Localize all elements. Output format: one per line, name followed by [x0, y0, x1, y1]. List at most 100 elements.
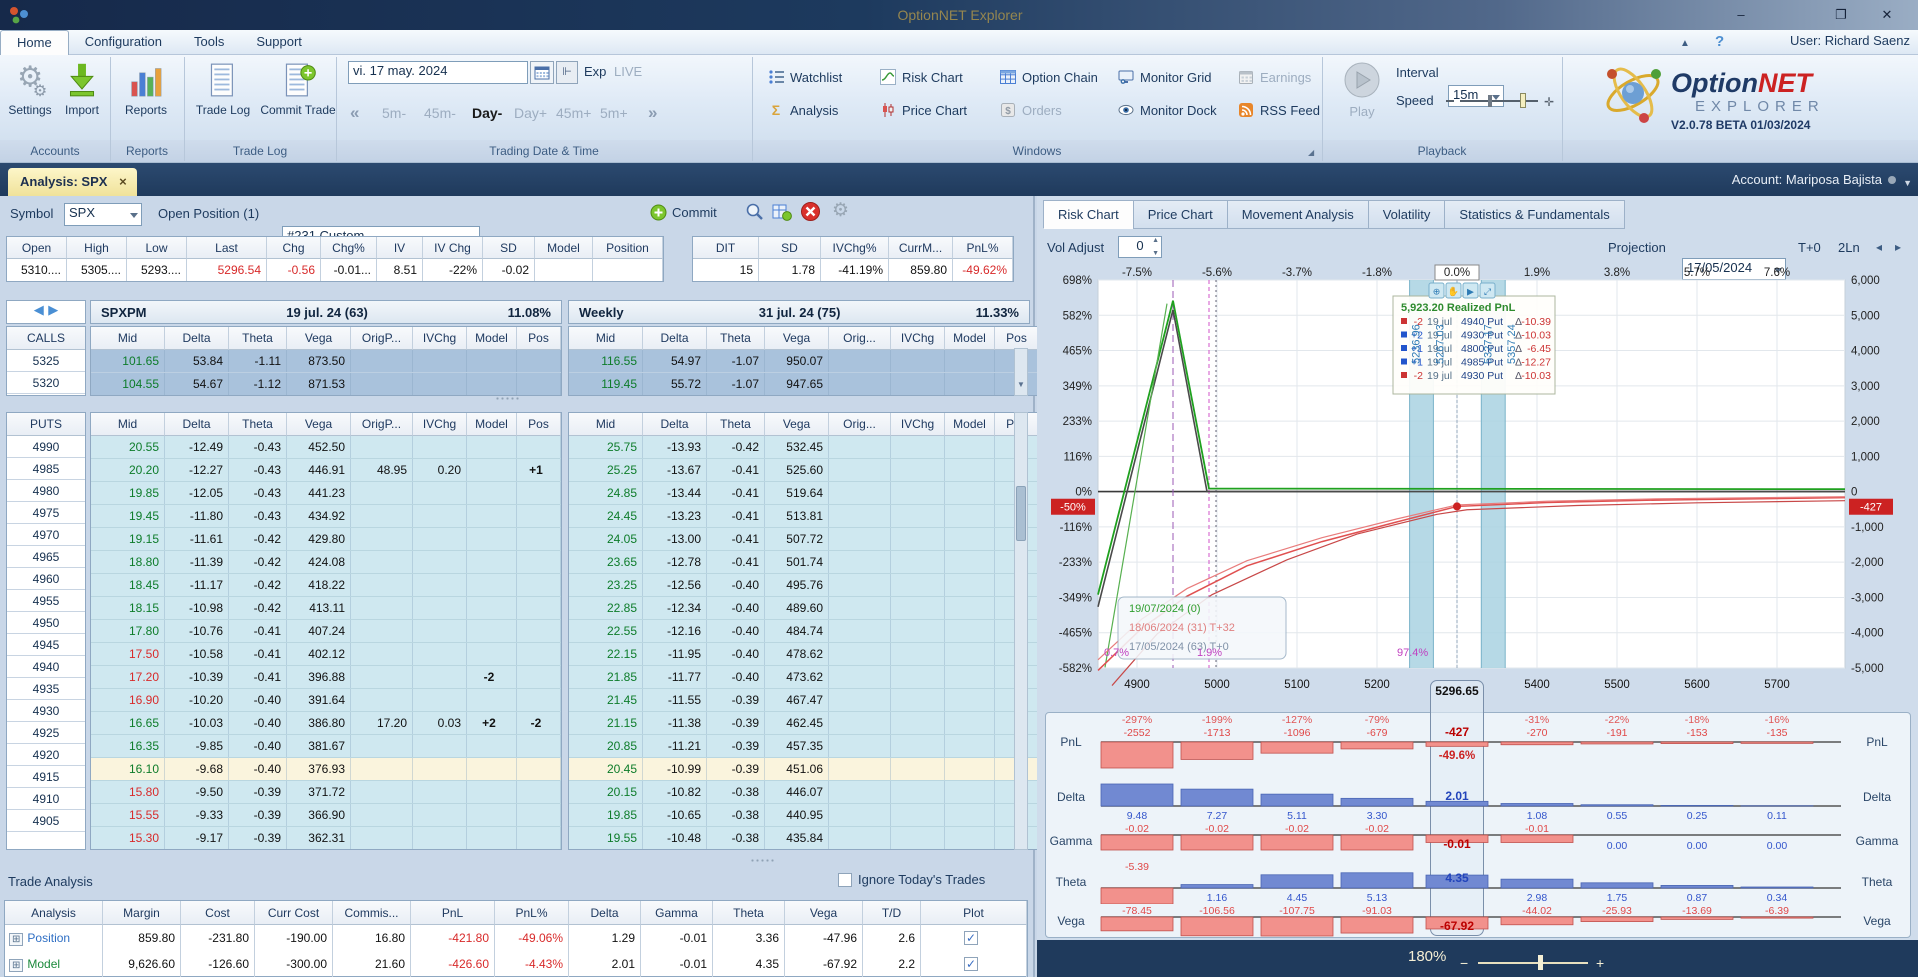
window-item-risk-chart[interactable]: Risk Chart	[880, 69, 963, 85]
chain-row[interactable]: 21.45-11.55-0.39467.47	[569, 689, 1039, 712]
step-45m-[interactable]: 45m-	[424, 105, 456, 121]
strike-cell[interactable]: 4975	[7, 502, 85, 524]
vol-adjust-spinner[interactable]: 0 ▲ ▼	[1118, 236, 1162, 258]
speed-minus-icon[interactable]	[1446, 100, 1454, 102]
chain-row[interactable]: 16.90-10.20-0.40391.64	[91, 689, 561, 712]
chain-row[interactable]: 19.55-10.48-0.38435.84	[569, 827, 1039, 850]
chain-row[interactable]: 18.45-11.17-0.42418.22	[91, 574, 561, 597]
step-Day-[interactable]: Day-	[472, 105, 502, 121]
windows-expand-icon[interactable]: ◢	[1308, 148, 1314, 157]
chain-row[interactable]: 23.65-12.78-0.41501.74	[569, 551, 1039, 574]
zoom-plus-icon[interactable]: +	[1596, 955, 1604, 971]
remove-icon[interactable]	[800, 201, 821, 227]
strike-cell[interactable]: 5320	[7, 372, 85, 394]
window-item-price-chart[interactable]: Price Chart	[880, 102, 967, 118]
step-5m-[interactable]: 5m-	[382, 105, 406, 121]
step-Day+[interactable]: Day+	[514, 105, 547, 121]
chain-row[interactable]: 25.75-13.93-0.42532.45	[569, 436, 1039, 459]
strike-cell[interactable]: 4980	[7, 480, 85, 502]
step-5m+[interactable]: 5m+	[600, 105, 628, 121]
menu-tab-configuration[interactable]: Configuration	[69, 30, 178, 55]
window-item-monitor-grid[interactable]: Monitor Grid	[1118, 69, 1212, 85]
tab-analysis-spx[interactable]: Analysis: SPX ×	[8, 168, 137, 196]
chain-row[interactable]: 18.80-11.39-0.42424.08	[91, 551, 561, 574]
strike-cell[interactable]: 4910	[7, 788, 85, 810]
splitter-handle[interactable]	[750, 858, 776, 863]
checkbox-checked-icon[interactable]: ✓	[964, 931, 978, 945]
commit-button[interactable]: Commit	[650, 204, 717, 221]
chain-row[interactable]: 17.50-10.58-0.41402.12	[91, 643, 561, 666]
close-button[interactable]: ✕	[1870, 5, 1904, 25]
strike-cell[interactable]: 4985	[7, 458, 85, 480]
tab-price-chart[interactable]: Price Chart	[1133, 200, 1227, 229]
table-row[interactable]: ⊞Model9,626.60-126.60-300.0021.60-426.60…	[5, 951, 1027, 977]
expand-icon[interactable]: ⊞	[9, 959, 23, 972]
speed-slider-track[interactable]	[1460, 100, 1538, 102]
window-item-analysis[interactable]: ΣAnalysis	[768, 102, 838, 118]
strike-cell[interactable]: 5325	[7, 350, 85, 372]
tab-risk-chart[interactable]: Risk Chart	[1043, 200, 1133, 229]
time-toggle-icon[interactable]: ⊩	[556, 61, 578, 84]
minimize-button[interactable]: –	[1724, 5, 1758, 25]
strike-cell[interactable]: 4905	[7, 810, 85, 832]
window-item-watchlist[interactable]: Watchlist	[768, 69, 842, 85]
risk-chart[interactable]: 698%6,000582%5,000465%4,000349%3,000233%…	[1037, 264, 1918, 700]
step-45m+[interactable]: 45m+	[556, 105, 591, 121]
projection-lines[interactable]: 2Ln	[1838, 240, 1860, 255]
chain-row[interactable]: 104.5554.67-1.12871.53	[91, 373, 561, 396]
chain-row[interactable]: 19.15-11.61-0.42429.80	[91, 528, 561, 551]
splitter-handle[interactable]	[495, 396, 521, 401]
zoom-slider-track[interactable]	[1478, 962, 1588, 964]
chain-row[interactable]: 22.85-12.34-0.40489.60	[569, 597, 1039, 620]
chain-row[interactable]: 119.4555.72-1.07947.65	[569, 373, 1039, 396]
chain-row[interactable]: 17.80-10.76-0.41407.24	[91, 620, 561, 643]
strike-cell[interactable]: 4945	[7, 634, 85, 656]
strike-cell[interactable]: 4935	[7, 678, 85, 700]
spinner-down-icon[interactable]: ▼	[1152, 250, 1159, 257]
chain-row[interactable]: 18.15-10.98-0.42413.11	[91, 597, 561, 620]
speed-plus-icon[interactable]: ✛	[1544, 95, 1554, 109]
strike-cell[interactable]: 4970	[7, 524, 85, 546]
strike-cell[interactable]: 4965	[7, 546, 85, 568]
ta-plot[interactable]: ✓	[921, 925, 1027, 951]
trade-date-input[interactable]: vi. 17 may. 2024	[348, 61, 528, 84]
chain-row[interactable]: 22.55-12.16-0.40484.74	[569, 620, 1039, 643]
scroll-down-icon[interactable]: ▼	[1017, 380, 1025, 389]
symbol-combo[interactable]: SPX	[64, 203, 142, 226]
chain-row[interactable]: 19.85-10.65-0.38440.95	[569, 804, 1039, 827]
zoom-minus-icon[interactable]: −	[1460, 955, 1468, 971]
prev-expiry-icon[interactable]: ◀	[34, 302, 44, 317]
projection-next-icon[interactable]: ▸	[1895, 240, 1901, 254]
compare-grid-icon[interactable]	[772, 202, 792, 227]
chain-row[interactable]: 15.55-9.33-0.39366.90	[91, 804, 561, 827]
strike-cell[interactable]: 4930	[7, 700, 85, 722]
trade-log-button[interactable]: Trade Log	[192, 59, 254, 117]
chain-row[interactable]: 19.85-12.05-0.43441.23	[91, 482, 561, 505]
band-menu-icon[interactable]: ▼	[1903, 178, 1912, 188]
settings-gear-icon[interactable]: ⚙	[832, 199, 849, 222]
strike-cell[interactable]: 4940	[7, 656, 85, 678]
calendar-icon[interactable]	[530, 61, 554, 84]
next-expiry-icon[interactable]: ▶	[48, 302, 58, 317]
search-icon[interactable]	[745, 202, 765, 227]
menu-tab-support[interactable]: Support	[240, 30, 318, 55]
chain-row[interactable]: 15.80-9.50-0.39371.72	[91, 781, 561, 804]
chain-row[interactable]: 20.85-11.21-0.39457.35	[569, 735, 1039, 758]
chain-row[interactable]: 20.45-10.99-0.39451.06	[569, 758, 1039, 781]
projection-prev-icon[interactable]: ◂	[1876, 240, 1882, 254]
interval-combo[interactable]: 15m	[1448, 85, 1504, 107]
strike-cell[interactable]: 4920	[7, 744, 85, 766]
window-item-option-chain[interactable]: Option Chain	[1000, 69, 1098, 85]
puts-scrollbar[interactable]	[1014, 412, 1028, 850]
chain-row[interactable]: 16.10-9.68-0.40376.93	[91, 758, 561, 781]
chain-row[interactable]: 25.25-13.67-0.41525.60	[569, 459, 1039, 482]
tab-movement-analysis[interactable]: Movement Analysis	[1227, 200, 1368, 229]
menu-tab-tools[interactable]: Tools	[178, 30, 240, 55]
play-button[interactable]: Play	[1340, 61, 1384, 125]
window-item-rss-feed[interactable]: RSS Feed	[1238, 102, 1320, 118]
chain-row[interactable]: 16.35-9.85-0.40381.67	[91, 735, 561, 758]
zoom-slider-thumb[interactable]	[1538, 955, 1543, 970]
step-back-icon[interactable]: «	[350, 103, 359, 123]
puts-scroll-thumb[interactable]	[1016, 486, 1026, 541]
help-icon[interactable]: ?	[1715, 33, 1724, 50]
